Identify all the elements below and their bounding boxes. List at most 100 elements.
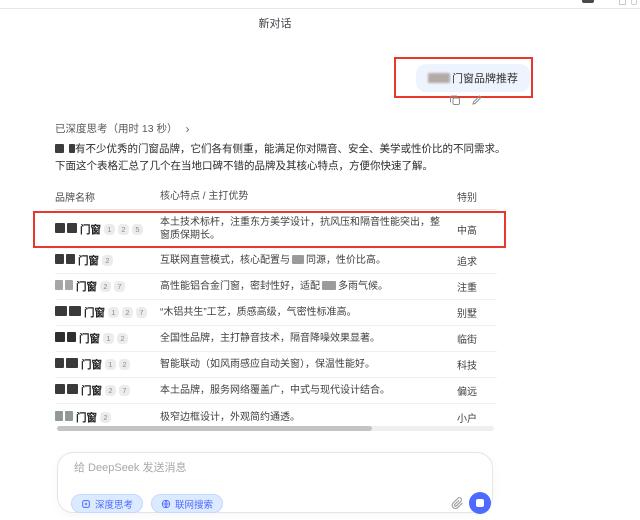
- feature-cell: 高性能铝合金门窗，密封性好，适配 多雨气候。: [160, 280, 457, 293]
- chat-window: 新对话 门窗品牌推荐 已深度思考（用时 13 秒） › 有不少优秀的门窗品牌，它…: [0, 0, 640, 520]
- feature-cell: 极窄边框设计，外观简约通透。: [160, 411, 457, 424]
- citation-badge[interactable]: 2: [100, 281, 111, 292]
- deepthink-pill-label: 深度思考: [95, 497, 133, 511]
- fit-cell: 别墅: [457, 305, 497, 320]
- citation-badge[interactable]: 1: [105, 359, 116, 370]
- citation-badge[interactable]: 1: [103, 333, 114, 344]
- table-row: 门窗12全国性品牌，主打静音技术，隔音降噪效果显著。临街: [55, 326, 497, 352]
- feature-cell: 全国性品牌，主打静音技术，隔音降噪效果显著。: [160, 332, 457, 345]
- intro-text: 有不少优秀的门窗品牌，它们各有侧重，能满足你对隔音、安全、美学或性价比的不同需求…: [55, 143, 506, 172]
- annotation-box: [394, 57, 533, 98]
- window-control-remnant: [582, 0, 594, 3]
- redaction-block: [55, 384, 65, 394]
- brand-name-cell: 门窗2: [55, 410, 160, 425]
- globe-icon: [161, 499, 171, 509]
- feature-text: 多雨气候。: [338, 281, 388, 292]
- brand-name-suffix: 门窗: [78, 255, 99, 267]
- fit-cell: 偏远: [457, 383, 497, 398]
- fit-cell: 注重: [457, 279, 497, 294]
- edit-icon[interactable]: [470, 93, 484, 107]
- table-row: 门窗27高性能铝合金门窗，密封性好，适配多雨气候。注重: [55, 274, 497, 300]
- feature-text: 智能联动（如风雨感应自动关窗），保温性能好。: [160, 359, 375, 370]
- assistant-intro-paragraph: 有不少优秀的门窗品牌，它们各有侧重，能满足你对隔音、安全、美学或性价比的不同需求…: [55, 141, 513, 175]
- citation-badge[interactable]: 7: [119, 385, 130, 396]
- brand-name-cell: 门窗12: [55, 357, 160, 372]
- composer-pills: 深度思考 联网搜索: [71, 494, 223, 513]
- feature-text: 本土品牌，服务网络覆盖广，中式与现代设计结合。: [160, 385, 390, 396]
- redaction-block: [55, 332, 65, 342]
- feature-text: “木铝共生”工艺，质感高级，气密性标准高。: [160, 307, 357, 318]
- deepthink-toggle[interactable]: 已深度思考（用时 13 秒） ›: [55, 121, 190, 136]
- feature-cell: 本土品牌，服务网络覆盖广，中式与现代设计结合。: [160, 384, 457, 397]
- redaction-block: [66, 358, 78, 368]
- redaction-block: [67, 384, 78, 394]
- citation-badge[interactable]: 2: [119, 359, 130, 370]
- table-row: 门窗127“木铝共生”工艺，质感高级，气密性标准高。别墅: [55, 300, 497, 326]
- web-search-pill-label: 联网搜索: [175, 497, 213, 511]
- redaction-block: [292, 255, 304, 264]
- citation-badge[interactable]: 2: [117, 333, 128, 344]
- brand-name-cell: 门窗127: [55, 305, 160, 320]
- redaction-block: [67, 332, 76, 342]
- brand-name-suffix: 门窗: [81, 385, 102, 397]
- attachment-paperclip-icon[interactable]: [451, 496, 465, 512]
- redaction-block: [66, 254, 75, 264]
- annotation-box: [33, 211, 506, 248]
- feature-text: 全国性品牌，主打静音技术，隔音降噪效果显著。: [160, 333, 380, 344]
- window-control-remnant: [631, 0, 637, 5]
- fit-cell: 追求: [457, 253, 497, 268]
- chevron-right-icon: ›: [186, 122, 190, 136]
- deepthink-icon: [81, 499, 91, 509]
- web-search-pill-button[interactable]: 联网搜索: [151, 494, 223, 513]
- feature-text: 极窄边框设计，外观简约通透。: [160, 412, 300, 423]
- redaction-block: [65, 280, 73, 290]
- feature-text: 同源，性价比高。: [306, 255, 386, 266]
- composer-card: 深度思考 联网搜索: [57, 452, 493, 513]
- redaction-block: [69, 306, 81, 316]
- redaction-block: [55, 280, 63, 290]
- redaction-block: [55, 144, 64, 153]
- window-top-strip: [0, 0, 640, 9]
- stop-icon: [476, 499, 484, 507]
- feature-cell: 互联网直营模式，核心配置与 同源，性价比高。: [160, 254, 457, 267]
- header-features: 核心特点 / 主打优势: [160, 190, 457, 203]
- citation-badge[interactable]: 1: [108, 307, 119, 318]
- table-horizontal-scrollbar: [57, 426, 494, 431]
- message-input[interactable]: [74, 459, 394, 481]
- brand-name-suffix: 门窗: [76, 281, 97, 293]
- redaction-block: [55, 306, 67, 316]
- header-fit: 特别: [457, 189, 497, 204]
- feature-text: 高性能铝合金门窗，密封性好，适配: [160, 281, 320, 292]
- table-row: 门窗12智能联动（如风雨感应自动关窗），保温性能好。科技: [55, 352, 497, 378]
- redaction-block: [55, 358, 64, 368]
- feature-cell: 智能联动（如风雨感应自动关窗），保温性能好。: [160, 358, 457, 371]
- citation-badge[interactable]: 2: [122, 307, 133, 318]
- table-header-row: 品牌名称 核心特点 / 主打优势 特别: [55, 184, 497, 210]
- scrollbar-thumb[interactable]: [57, 426, 372, 431]
- citation-badge[interactable]: 2: [105, 385, 116, 396]
- deepthink-pill-button[interactable]: 深度思考: [71, 494, 143, 513]
- brand-name-cell: 门窗27: [55, 279, 160, 294]
- citation-badge[interactable]: 7: [136, 307, 147, 318]
- feature-text: 互联网直营模式，核心配置与: [160, 255, 290, 266]
- stop-generating-button[interactable]: [469, 492, 491, 514]
- header-brand: 品牌名称: [55, 189, 160, 204]
- brand-name-suffix: 门窗: [79, 333, 100, 345]
- brand-name-cell: 门窗27: [55, 383, 160, 398]
- fit-cell: 科技: [457, 357, 497, 372]
- fit-cell: 小户: [457, 410, 497, 425]
- message-actions: [448, 93, 484, 107]
- citation-badge[interactable]: 2: [100, 412, 111, 423]
- citation-badge[interactable]: 7: [114, 281, 125, 292]
- brand-name-suffix: 门窗: [81, 359, 102, 371]
- brand-name-cell: 门窗2: [55, 253, 160, 268]
- citation-badge[interactable]: 2: [102, 255, 113, 266]
- brand-name-suffix: 门窗: [84, 307, 105, 319]
- brand-name-cell: 门窗12: [55, 331, 160, 346]
- table-row: 门窗27本土品牌，服务网络覆盖广，中式与现代设计结合。偏远: [55, 378, 497, 404]
- redaction-block: [55, 254, 64, 264]
- feature-cell: “木铝共生”工艺，质感高级，气密性标准高。: [160, 306, 457, 319]
- fit-cell: 临街: [457, 331, 497, 346]
- copy-icon[interactable]: [448, 93, 462, 107]
- redaction-block: [65, 411, 73, 421]
